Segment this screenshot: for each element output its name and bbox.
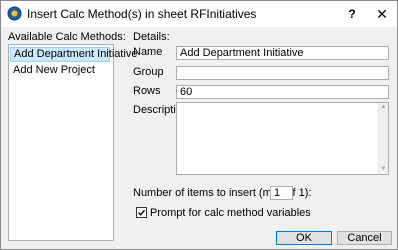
prompt-variables-checkbox[interactable] <box>136 207 147 218</box>
group-field[interactable] <box>176 66 389 80</box>
rows-field[interactable]: 60 <box>176 85 389 99</box>
name-field[interactable]: Add Department Initiative <box>176 46 389 60</box>
ok-button[interactable]: OK <box>276 231 332 245</box>
name-label: Name <box>133 46 163 58</box>
insert-calc-method-dialog: Insert Calc Method(s) in sheet RFInitiat… <box>0 0 398 250</box>
calc-methods-list[interactable]: Add Department Initiative Add New Projec… <box>8 44 138 241</box>
items-to-insert-field[interactable]: 1 <box>270 186 293 200</box>
close-icon[interactable]: ✕ <box>367 1 397 27</box>
available-calc-methods-label: Available Calc Methods: <box>8 31 126 43</box>
details-label: Details: <box>133 31 170 43</box>
checkmark-icon <box>138 209 146 216</box>
title-bar: Insert Calc Method(s) in sheet RFInitiat… <box>1 1 397 27</box>
description-scrollbar[interactable]: ▲ ▼ <box>378 103 388 174</box>
scroll-up-arrow-icon[interactable]: ▲ <box>380 104 387 111</box>
list-item-add-department-initiative[interactable]: Add Department Initiative <box>10 47 138 62</box>
app-icon <box>7 6 22 21</box>
group-label: Group <box>133 66 164 78</box>
scroll-down-arrow-icon[interactable]: ▼ <box>380 166 387 173</box>
window-title: Insert Calc Method(s) in sheet RFInitiat… <box>27 7 257 21</box>
cancel-button[interactable]: Cancel <box>337 231 392 245</box>
prompt-variables-label: Prompt for calc method variables <box>150 207 311 219</box>
description-field[interactable]: ▲ ▼ <box>176 102 389 175</box>
help-icon[interactable]: ? <box>337 1 367 27</box>
list-item-add-new-project[interactable]: Add New Project <box>10 63 110 78</box>
rows-label: Rows <box>133 85 161 97</box>
